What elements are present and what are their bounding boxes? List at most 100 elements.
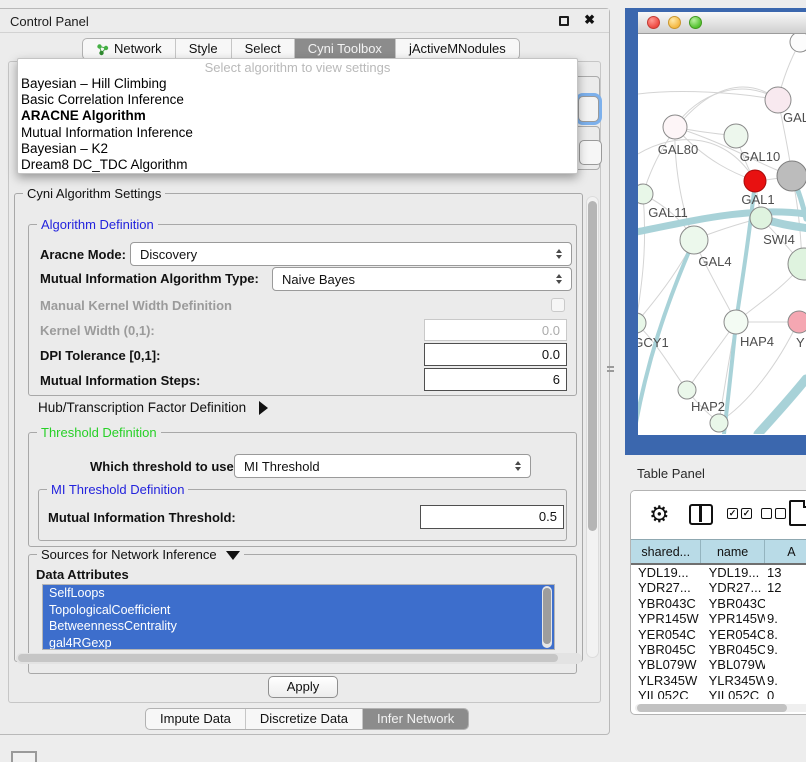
network-node-gal4[interactable] — [680, 226, 708, 254]
settings-horizontal-scrollbar[interactable] — [16, 653, 582, 664]
dropdown-item[interactable]: Basic Correlation Inference — [18, 92, 577, 108]
algorithm-dropdown-popup: Select algorithm to view settings Bayesi… — [17, 58, 578, 174]
dropdown-item[interactable]: Mutual Information Inference — [18, 125, 577, 141]
table-row[interactable]: YDR27... YDR27... 12 — [631, 580, 806, 595]
node-label: HAP2 — [691, 399, 725, 414]
float-window-icon[interactable] — [559, 16, 569, 26]
list-item[interactable]: gal4RGexp — [43, 635, 554, 651]
sources-group-title[interactable]: Sources for Network Inference — [37, 547, 244, 562]
dropdown-item-highlighted[interactable]: ARACNE Algorithm — [18, 108, 577, 124]
node-label: HAP4 — [740, 334, 774, 349]
table-row[interactable]: YDL19... YDL19... 13 — [631, 565, 806, 580]
attributes-list-scrollbar[interactable] — [542, 586, 552, 648]
which-threshold-combo[interactable]: MI Threshold — [234, 454, 531, 478]
tab-discretize-data[interactable]: Discretize Data — [246, 709, 363, 729]
network-node-gcy1[interactable] — [638, 313, 646, 333]
aracne-mode-combo[interactable]: Discovery — [130, 242, 572, 266]
tab-infer-network[interactable]: Infer Network — [363, 709, 468, 729]
network-tab-icon — [96, 43, 109, 56]
tab-cyni-toolbox[interactable]: Cyni Toolbox — [295, 39, 396, 59]
tab-impute-data[interactable]: Impute Data — [146, 709, 246, 729]
dpi-tolerance-label: DPI Tolerance [0,1]: — [40, 348, 160, 363]
network-node-gal11[interactable] — [638, 184, 653, 204]
network-node-gal1[interactable] — [777, 161, 806, 191]
app-root: Control Panel ✖ Network Style Select — [0, 0, 806, 762]
network-node-hap4[interactable] — [724, 310, 748, 334]
table-row[interactable]: YBR043C YBR043C — [631, 596, 806, 611]
cell: 8. — [765, 627, 806, 642]
close-traffic-light-icon[interactable] — [647, 16, 660, 29]
cell: YBR043C — [702, 596, 765, 611]
network-node-gal10[interactable] — [724, 124, 748, 148]
data-combo-arrow-button[interactable] — [579, 140, 602, 165]
close-icon[interactable]: ✖ — [584, 12, 595, 28]
panel-divider-handle[interactable] — [607, 364, 616, 376]
scrollbar-thumb[interactable] — [18, 654, 558, 662]
tab-jactivemnodules[interactable]: jActiveMNodules — [396, 39, 519, 59]
export-table-icon[interactable] — [789, 500, 806, 526]
dropdown-item[interactable]: Bayesian – K2 — [18, 141, 577, 157]
network-node[interactable] — [790, 34, 806, 52]
column-header-name[interactable]: name — [701, 540, 764, 563]
apply-button[interactable]: Apply — [268, 676, 338, 698]
network-node-selected[interactable] — [744, 170, 766, 192]
table-row[interactable]: YPR145W YPR145W 9. — [631, 611, 806, 626]
column-header-partial[interactable]: A — [765, 540, 806, 563]
gear-icon[interactable]: ⚙ — [649, 501, 670, 528]
dpi-tolerance-input[interactable]: 0.0 — [424, 343, 567, 366]
list-item[interactable]: TopologicalCoefficient — [43, 602, 554, 619]
node-label: GAL1 — [741, 192, 774, 207]
list-item[interactable]: SelfLoops — [43, 585, 554, 602]
mi-steps-input[interactable]: 6 — [424, 368, 567, 391]
network-node-swi4[interactable] — [750, 207, 772, 229]
mi-threshold-definition-title: MI Threshold Definition — [47, 482, 188, 497]
combo-spinner-icon — [553, 274, 565, 284]
column-header-shared-name[interactable]: shared... — [631, 540, 701, 563]
dropdown-item[interactable]: Bayesian – Hill Climbing — [18, 76, 577, 92]
table-row[interactable]: YLR345W YLR345W 9. — [631, 673, 806, 688]
kernel-width-input[interactable]: 0.0 — [424, 319, 567, 341]
table-row[interactable]: YBR045C YBR045C 9. — [631, 642, 806, 657]
aracne-mode-label: Aracne Mode: — [40, 247, 126, 262]
table-row[interactable]: YER054C YER054C 8. — [631, 627, 806, 642]
table-horizontal-scrollbar[interactable] — [635, 704, 806, 712]
node-label: GAL80 — [658, 142, 698, 157]
zoom-traffic-light-icon[interactable] — [689, 16, 702, 29]
tab-select[interactable]: Select — [232, 39, 295, 59]
network-node[interactable] — [788, 311, 806, 333]
select-all-checkboxes-icon[interactable]: ✓✓ — [727, 508, 752, 519]
network-node-gal80[interactable] — [663, 115, 687, 139]
scrollbar-thumb[interactable] — [637, 704, 787, 712]
mi-threshold-input[interactable]: 0.5 — [420, 505, 564, 529]
sources-title-text: Sources for Network Inference — [41, 547, 217, 562]
data-attributes-list[interactable]: SelfLoops TopologicalCoefficient Between… — [42, 584, 555, 650]
deselect-all-checkboxes-icon[interactable] — [761, 508, 786, 519]
collapsed-panel-icon[interactable] — [11, 751, 37, 762]
table-body: YDL19... YDL19... 13 YDR27... YDR27... 1… — [631, 565, 806, 699]
scrollbar-thumb[interactable] — [588, 201, 597, 531]
table-row[interactable]: YIL052C YIL052C 0 — [631, 688, 806, 699]
settings-vertical-scrollbar[interactable] — [586, 196, 599, 658]
tab-style-label: Style — [189, 39, 218, 59]
split-columns-icon[interactable] — [689, 504, 713, 525]
algorithm-combo-arrow-button[interactable] — [578, 96, 599, 122]
cell: 0 — [765, 688, 806, 699]
cell: YBR045C — [631, 642, 702, 657]
network-node[interactable] — [788, 248, 806, 280]
mi-threshold-label: Mutual Information Threshold: — [48, 510, 236, 525]
minimize-traffic-light-icon[interactable] — [668, 16, 681, 29]
network-node[interactable] — [710, 414, 728, 432]
table-row[interactable]: YBL079W YBL079W — [631, 657, 806, 672]
scrollbar-thumb[interactable] — [543, 588, 551, 644]
node-label: SWI4 — [763, 232, 795, 247]
network-node-hap2[interactable] — [678, 381, 696, 399]
manual-kernel-width-checkbox[interactable] — [551, 298, 565, 312]
hub-transcription-section-toggle[interactable]: Hub/Transcription Factor Definition — [38, 400, 268, 415]
mi-algorithm-type-combo[interactable]: Naive Bayes — [272, 267, 572, 291]
list-item[interactable]: BetweennessCentrality — [43, 618, 554, 635]
dropdown-item[interactable]: Dream8 DC_TDC Algorithm — [18, 157, 577, 173]
network-canvas[interactable]: GAL GAL80 GAL10 GAL1 GAL11 SWI4 GAL4 GCY… — [638, 34, 806, 434]
tab-jactivemnodules-label: jActiveMNodules — [409, 39, 506, 59]
tab-network[interactable]: Network — [83, 39, 176, 59]
tab-style[interactable]: Style — [176, 39, 232, 59]
